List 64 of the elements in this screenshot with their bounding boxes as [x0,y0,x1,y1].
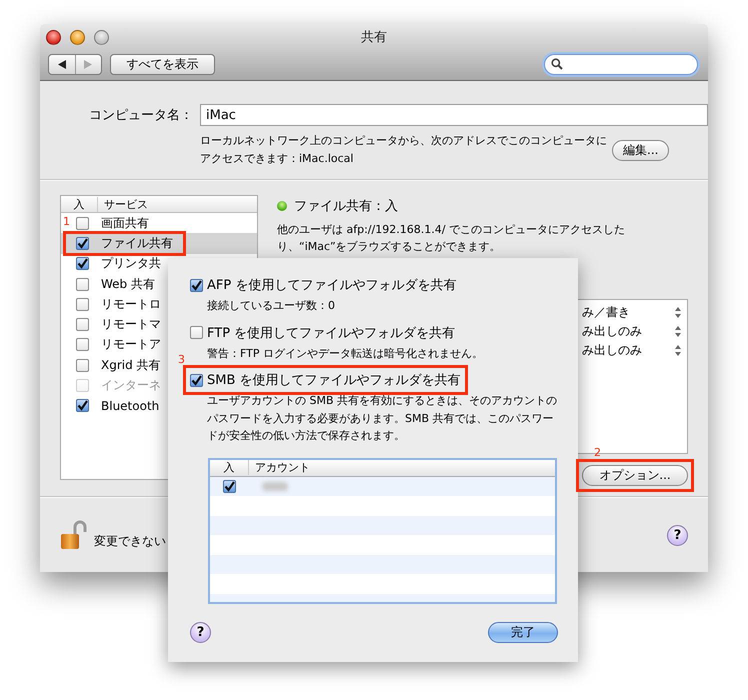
column-header: アカウント [254,460,310,475]
service-name[interactable]: Bluetooth [101,398,160,413]
callout-number: 3 [178,353,185,366]
unlocked-padlock-icon[interactable] [60,520,88,550]
checkbox[interactable] [190,278,203,292]
column-header: 入 [210,460,249,475]
stepper-icon[interactable] [675,326,681,337]
service-name[interactable]: リモートア [101,336,161,354]
service-name[interactable]: リモートロ [101,296,161,313]
edit-button[interactable]: 編集... [612,140,670,160]
service-name[interactable]: ファイル共有 [101,234,173,252]
checkbox[interactable] [76,338,89,352]
checkbox[interactable] [76,216,89,230]
help-button[interactable]: ? [667,524,688,546]
callout-number: 2 [594,446,601,459]
option-label[interactable]: SMB を使用してファイルやフォルダを共有 [207,371,461,389]
checkbox[interactable] [76,298,89,311]
address-description: ローカルネットワーク上のコンピュータから、次のアドレスでこのコンピュータに アクセスできます：iMac.local [200,133,608,167]
checkbox[interactable] [76,278,89,291]
computer-name-field[interactable]: iMac [200,104,708,126]
status-label: ファイル共有：入 [294,198,398,215]
option-label[interactable]: AFP を使用してファイルやフォルダを共有 [207,276,456,294]
checkbox[interactable] [190,374,203,386]
search-field[interactable] [544,54,698,74]
blurred-account-name [262,482,288,491]
option-note: 警告：FTP ログインやデータ転送は暗号化されません。 [207,346,484,362]
checkbox[interactable] [76,399,89,412]
column-header: サービス [103,196,148,212]
service-row[interactable]: ファイル共有 [61,233,257,254]
help-button[interactable]: ? [190,622,211,642]
checkbox[interactable] [190,326,203,339]
search-icon [551,58,563,70]
lock-message: 変更できない [94,532,166,550]
service-name[interactable]: Web 共有 [101,276,155,293]
permission-text: み出しのみ [582,342,642,359]
options-button[interactable]: オプション... [582,465,688,486]
checkbox[interactable] [76,236,89,250]
permission-text: み出しのみ [582,323,642,340]
option-label[interactable]: FTP を使用してファイルやフォルダを共有 [207,324,456,342]
right-triangle-icon [84,60,92,68]
status-description: 他のユーザは afp://192.168.1.4/ でこのコンピュータにアクセスした り、“iMac”をブラウズすることができます。 [277,222,626,255]
close-button[interactable] [46,30,61,44]
checkbox[interactable] [223,480,236,493]
service-name[interactable]: プリンタ共 [101,255,161,272]
column-header: 入 [61,196,98,212]
zoom-button[interactable] [94,30,109,44]
permission-text: み／書き [582,304,630,321]
done-button[interactable]: 完了 [488,622,558,642]
service-name[interactable]: Xgrid 共有 [101,356,161,374]
service-name[interactable]: リモートマ [101,316,161,334]
minimize-button[interactable] [70,30,85,44]
window-title: 共有 [361,29,387,46]
field-label: コンピュータ名： [88,107,193,124]
stepper-icon[interactable] [675,345,681,356]
option-note: 接続しているユーザ数：0 [207,298,336,314]
callout-number: 1 [63,214,70,228]
show-all-button[interactable]: すべてを表示 [110,54,215,74]
option-note: ユーザアカウントの SMB 共有を有効にするときは、そのアカウントの パスワードを入力する必要があります。SMB 共有では、このパスワー ドが安全性の低い方法で保存されます。 [207,393,558,444]
service-name[interactable]: 画面共有 [101,214,149,232]
stepper-icon[interactable] [675,307,681,318]
checkbox[interactable] [76,318,89,332]
checkbox[interactable] [76,358,89,372]
checkbox[interactable] [76,257,89,270]
left-triangle-icon [58,60,66,68]
